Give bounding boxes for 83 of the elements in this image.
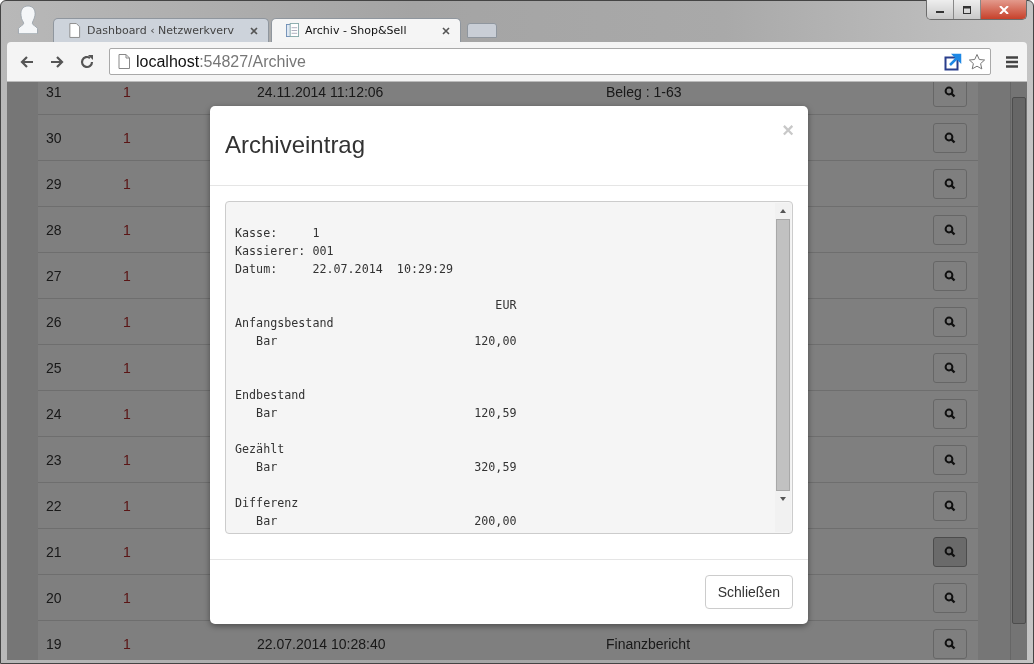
table-cell-text: 26	[45, 313, 63, 330]
tab-title: Dashboard ‹ Netzwerkverv	[87, 24, 236, 37]
scroll-thumb[interactable]	[776, 219, 790, 491]
table-cell-text: 30	[45, 129, 63, 146]
close-button[interactable]: Schließen	[704, 575, 793, 609]
table-cell-text: 20	[45, 589, 63, 606]
search-icon	[944, 545, 956, 558]
table-cell-text: 23	[45, 451, 63, 468]
search-icon	[944, 637, 956, 650]
scroll-thumb[interactable]	[1012, 97, 1026, 624]
scrollbar[interactable]	[1010, 82, 1027, 660]
maximize-button[interactable]	[954, 0, 981, 19]
close-icon	[998, 5, 1009, 14]
search-icon	[944, 223, 956, 236]
search-icon	[944, 131, 956, 144]
table-cell-text: 28	[45, 221, 63, 238]
modal-title: Archiveintrag	[225, 130, 366, 159]
table-cell-text: 22	[45, 497, 63, 514]
close-icon[interactable]	[442, 26, 450, 35]
view-button[interactable]	[933, 398, 967, 429]
scroll-down-icon[interactable]	[779, 496, 787, 502]
table-cell-text: 22.07.2014 10:28:40	[256, 635, 387, 652]
view-button[interactable]	[933, 628, 967, 659]
search-icon	[944, 591, 956, 604]
external-link-icon[interactable]	[944, 52, 962, 71]
table-cell-text: 29	[45, 175, 63, 192]
view-button[interactable]	[933, 122, 967, 153]
star-icon[interactable]	[968, 52, 986, 71]
view-button[interactable]	[933, 82, 967, 107]
view-button[interactable]	[933, 352, 967, 383]
view-button[interactable]	[933, 582, 967, 613]
menu-icon[interactable]	[1005, 54, 1019, 69]
search-icon	[944, 269, 956, 282]
maximize-icon	[962, 5, 972, 14]
scroll-up-icon[interactable]	[779, 208, 787, 214]
document-icon	[286, 23, 299, 38]
page-icon	[118, 54, 130, 69]
table-cell-text: 1	[122, 129, 132, 146]
view-button[interactable]	[933, 490, 967, 521]
view-button[interactable]	[933, 444, 967, 475]
view-button[interactable]	[933, 306, 967, 337]
table-cell-text: 27	[45, 267, 63, 284]
back-icon[interactable]	[19, 53, 35, 70]
browser-tab[interactable]: Dashboard ‹ Netzwerkverv	[53, 18, 269, 42]
search-icon	[944, 453, 956, 466]
table-cell-text: 1	[122, 405, 132, 422]
table-cell-text: 21	[45, 543, 63, 560]
table-cell-text: 25	[45, 359, 63, 376]
table-cell-text: 19	[45, 635, 63, 652]
page-icon	[68, 23, 81, 38]
close-icon[interactable]	[250, 26, 258, 35]
address-bar[interactable]: localhost:54827/Archive	[109, 48, 991, 75]
table-cell-text: 1	[122, 175, 132, 192]
view-button[interactable]	[933, 168, 967, 199]
scrollbar[interactable]	[775, 203, 791, 532]
table-cell-text: 1	[122, 359, 132, 376]
view-button[interactable]	[933, 214, 967, 245]
table-cell-text: 24	[45, 405, 63, 422]
view-button[interactable]	[933, 536, 967, 567]
table-cell-text: 24.11.2014 11:12:06	[256, 83, 385, 100]
close-button[interactable]	[981, 0, 1026, 19]
table-cell-text: 1	[122, 589, 132, 606]
search-icon	[944, 315, 956, 328]
search-icon	[944, 361, 956, 374]
table-cell-text: 31	[45, 83, 63, 100]
search-icon	[944, 407, 956, 420]
view-button[interactable]	[933, 260, 967, 291]
reload-icon[interactable]	[79, 53, 95, 70]
table-cell-text: 1	[122, 635, 132, 652]
search-icon	[944, 499, 956, 512]
minimize-button[interactable]	[927, 0, 954, 19]
table-cell-text: Finanzbericht	[605, 635, 692, 652]
tab-title: Archiv - Shop&Sell	[305, 24, 408, 37]
table-cell-text: Beleg : 1-63	[605, 83, 683, 100]
table-cell-text: 1	[122, 543, 132, 560]
forward-icon[interactable]	[49, 53, 65, 70]
url-text: localhost:54827/Archive	[136, 52, 306, 71]
browser-tab[interactable]: Archiv - Shop&Sell	[271, 18, 461, 42]
table-cell-text: 1	[122, 83, 132, 100]
receipt-text: Kasse: 1 Kassierer: 001 Datum: 22.07.2014 10:29:29 EUR Anfangsbestand Bar 120,00 Endbestand Bar 120,59 Gezählt Bar 320,59 Differenz Bar 200,00	[234, 225, 518, 530]
search-icon	[944, 177, 956, 190]
search-icon	[944, 85, 956, 98]
table-cell-text: 1	[122, 451, 132, 468]
